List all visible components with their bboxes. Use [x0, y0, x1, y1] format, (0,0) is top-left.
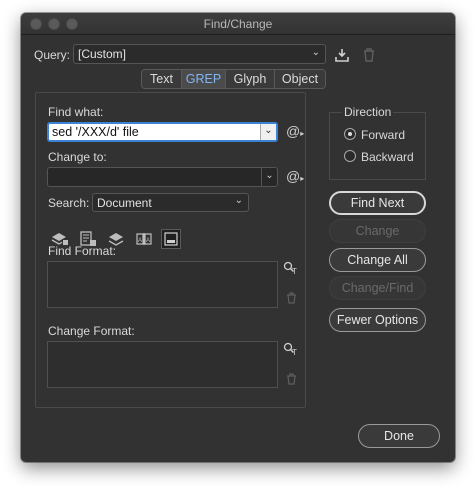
window-title: Find/Change	[203, 17, 273, 31]
forward-label[interactable]: Forward	[361, 128, 405, 142]
tab-grep[interactable]: GREP	[182, 70, 226, 88]
change-find-button[interactable]: Change/Find	[329, 276, 426, 300]
find-format-box[interactable]	[47, 261, 278, 308]
done-button[interactable]: Done	[358, 424, 440, 448]
chevron-down-icon: ⌄	[234, 195, 243, 206]
svg-text:A: A	[138, 238, 142, 244]
find-special-characters-icon[interactable]: @▸	[286, 123, 304, 139]
direction-title: Direction	[342, 105, 394, 119]
backward-label[interactable]: Backward	[361, 150, 414, 164]
query-label: Query:	[34, 48, 71, 62]
forward-radio[interactable]	[344, 128, 356, 140]
tab-glyph[interactable]: Glyph	[226, 70, 275, 88]
change-all-button[interactable]: Change All	[329, 248, 426, 272]
find-format-label: Find Format:	[48, 244, 117, 258]
svg-text:T: T	[292, 267, 297, 275]
find-dropdown-button[interactable]: ⌄	[260, 124, 276, 140]
search-scope-value: Document	[97, 196, 152, 210]
search-scope-select[interactable]: Document ⌄	[92, 193, 249, 212]
tab-object[interactable]: Object	[275, 70, 325, 88]
svg-text:T: T	[292, 348, 297, 356]
change-special-characters-icon[interactable]: @▸	[286, 168, 304, 184]
clear-find-format-icon[interactable]	[286, 292, 297, 307]
save-query-icon[interactable]	[334, 47, 350, 66]
delete-query-icon[interactable]	[362, 47, 376, 66]
backward-radio[interactable]	[344, 150, 356, 162]
find-what-label: Find what:	[48, 105, 104, 119]
include-footnotes-icon[interactable]	[161, 229, 181, 249]
fewer-options-button[interactable]: Fewer Options	[329, 308, 426, 332]
specify-find-format-icon[interactable]: T	[283, 261, 299, 278]
clear-change-format-icon[interactable]	[286, 373, 297, 388]
include-master-pages-icon[interactable]: AA	[134, 229, 154, 249]
direction-group	[329, 112, 426, 180]
svg-text:A: A	[146, 238, 150, 244]
change-button[interactable]: Change	[329, 219, 426, 243]
query-value: [Custom]	[78, 47, 127, 61]
find-change-dialog: Find/Change Query: [Custom] ⌄ Text GREP …	[21, 13, 455, 462]
find-what-field[interactable]: sed '/XXX/d' file ⌄	[47, 122, 278, 142]
change-special-characters-symbol: @	[286, 168, 301, 184]
title-bar: Find/Change	[21, 13, 455, 35]
chevron-down-icon: ⌄	[311, 47, 320, 58]
change-dropdown-button[interactable]: ⌄	[261, 168, 277, 186]
specify-change-format-icon[interactable]: T	[283, 342, 299, 359]
search-label: Search:	[48, 196, 90, 210]
change-to-field[interactable]: ⌄	[47, 167, 278, 187]
change-format-box[interactable]	[47, 341, 278, 388]
find-next-button[interactable]: Find Next	[329, 191, 426, 215]
change-to-label: Change to:	[48, 150, 107, 164]
search-mode-tabs: Text GREP Glyph Object	[141, 69, 326, 89]
find-special-characters-symbol: @	[286, 123, 301, 139]
query-select[interactable]: [Custom] ⌄	[73, 44, 326, 64]
find-what-value: sed '/XXX/d' file	[52, 125, 139, 139]
tab-text[interactable]: Text	[142, 70, 182, 88]
change-format-label: Change Format:	[48, 324, 135, 338]
